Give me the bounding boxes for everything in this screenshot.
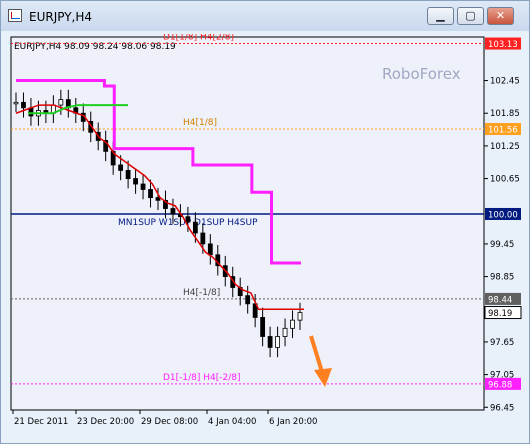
maximize-button[interactable]: ▢ xyxy=(457,7,484,25)
x-tick-label: 21 Dec 2011 xyxy=(14,417,68,427)
candle-body xyxy=(21,101,26,109)
chart-window: EURJPY,H4 ▁ ▢ ✕ EURJPY,H4 98.09 98.24 98… xyxy=(0,0,530,444)
candle-body xyxy=(140,183,146,190)
chart-window-icon xyxy=(8,9,22,22)
level-label-1: H4[1/8] xyxy=(183,118,217,128)
candle-body xyxy=(207,243,213,256)
x-tick-label: 29 Dec 08:00 xyxy=(141,417,198,427)
candle-body xyxy=(133,178,138,185)
candle-body xyxy=(148,189,153,199)
candle-body xyxy=(200,232,206,245)
x-tick-label: 4 Jan 04:00 xyxy=(208,417,256,427)
watermark-text: RoboForex xyxy=(382,65,461,83)
y-tick-label: 99.45 xyxy=(490,240,514,250)
price-tag-1: 101.56 xyxy=(488,126,518,136)
price-tag-2: 100.00 xyxy=(488,210,518,220)
price-chart[interactable]: EURJPY,H4 98.09 98.24 98.06 98.19RoboFor… xyxy=(8,33,524,437)
level-label-4: D1[-1/8] H4[-2/8] xyxy=(163,373,241,383)
x-tick-label: 6 Jan 20:00 xyxy=(269,417,317,427)
candle-body xyxy=(297,312,303,321)
candle-body xyxy=(282,327,288,337)
y-tick-label: 101.85 xyxy=(490,109,520,119)
y-tick-label: 100.65 xyxy=(490,175,520,185)
window-title: EURJPY,H4 xyxy=(29,10,93,24)
y-tick-label: 97.05 xyxy=(490,371,514,381)
current-price-tag: 98.19 xyxy=(488,309,512,319)
level-label-3: H4[-1/8] xyxy=(183,288,220,298)
candle-body xyxy=(125,170,131,179)
y-tick-label: 96.45 xyxy=(490,403,514,413)
price-tag-4: 96.88 xyxy=(488,380,512,390)
chart-area[interactable]: EURJPY,H4 98.09 98.24 98.06 98.19 RoboFor… xyxy=(8,33,524,437)
candle-body xyxy=(118,164,124,171)
candle-body xyxy=(290,319,295,329)
y-tick-label: 102.45 xyxy=(490,77,520,87)
y-tick-label: 98.85 xyxy=(490,273,514,283)
price-tag-0: 103.13 xyxy=(488,40,518,50)
candle-body xyxy=(267,336,273,348)
level-label-0: D1[1/8] H4[2/8] xyxy=(163,34,234,43)
x-tick-label: 23 Dec 20:00 xyxy=(77,417,134,427)
close-button[interactable]: ✕ xyxy=(487,7,514,25)
candle-body xyxy=(58,99,64,106)
y-tick-label: 101.25 xyxy=(490,142,520,152)
candle-body xyxy=(192,221,198,234)
price-tag-3: 98.44 xyxy=(488,295,512,305)
candle-body xyxy=(275,336,280,348)
candle-body xyxy=(260,317,266,337)
y-tick-label: 97.65 xyxy=(490,338,514,348)
candle-body xyxy=(170,208,176,215)
candle-body xyxy=(245,295,251,305)
candle-body xyxy=(185,216,191,223)
candle-body xyxy=(13,101,19,105)
title-bar[interactable]: EURJPY,H4 ▁ ▢ ✕ xyxy=(1,1,529,31)
minimize-button[interactable]: ▁ xyxy=(427,7,454,25)
